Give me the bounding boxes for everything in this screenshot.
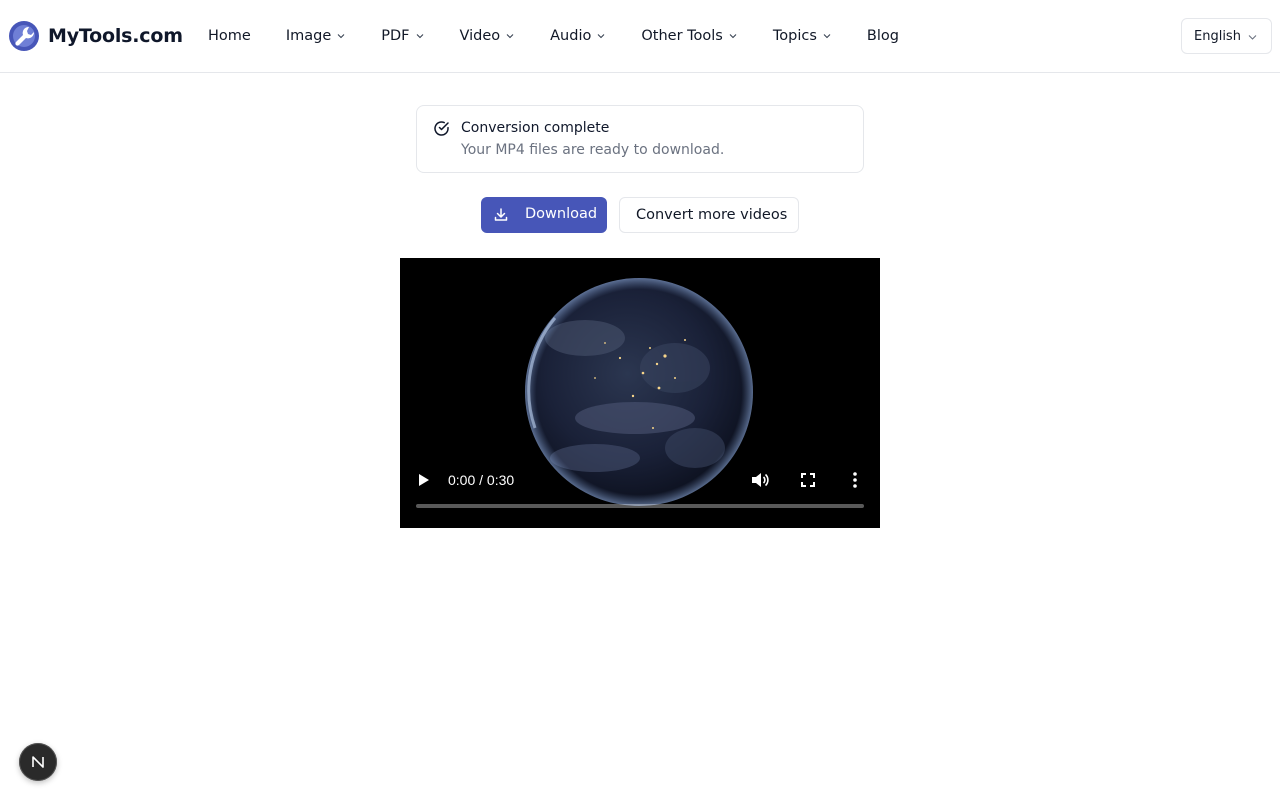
- convert-more-label: Convert more videos: [636, 207, 788, 223]
- site-header: MyTools.com Home Image PDF Video Audio O…: [0, 0, 1280, 73]
- language-select[interactable]: English: [1181, 18, 1272, 54]
- chevron-down-icon: [1248, 35, 1257, 40]
- nav-video-label: Video: [459, 28, 501, 44]
- language-label: English: [1194, 28, 1241, 44]
- n-logo-icon: [32, 756, 44, 768]
- chevron-down-icon: [506, 34, 514, 39]
- video-controls: 0:00 / 0:30: [400, 258, 880, 528]
- n-logo-button[interactable]: [19, 743, 57, 781]
- nav-home-label: Home: [208, 28, 251, 44]
- fullscreen-icon[interactable]: [800, 472, 816, 488]
- nav-image[interactable]: Image: [286, 24, 345, 48]
- video-progress-bar[interactable]: [416, 504, 864, 508]
- nav-topics-label: Topics: [772, 28, 817, 44]
- play-icon[interactable]: [416, 470, 432, 490]
- chevron-down-icon: [729, 34, 737, 39]
- nav-topics[interactable]: Topics: [773, 24, 831, 48]
- nav-blog[interactable]: Blog: [867, 24, 899, 48]
- download-icon: [494, 208, 508, 221]
- nav-pdf[interactable]: PDF: [381, 24, 423, 48]
- check-circle-icon: [434, 121, 449, 136]
- nav-audio-label: Audio: [550, 28, 592, 44]
- video-player[interactable]: 0:00 / 0:30: [400, 258, 880, 528]
- conversion-alert: Conversion complete Your MP4 files are r…: [416, 105, 864, 173]
- download-button-label: Download: [525, 206, 598, 222]
- nav-image-label: Image: [285, 28, 332, 44]
- brand-name: MyTools.com: [48, 25, 183, 47]
- volume-icon[interactable]: [750, 470, 770, 490]
- chevron-down-icon: [337, 34, 345, 39]
- nav-blog-label: Blog: [866, 28, 899, 44]
- chevron-down-icon: [416, 34, 423, 39]
- nav-pdf-label: PDF: [381, 28, 410, 44]
- brand-link[interactable]: MyTools.com: [8, 19, 183, 53]
- nav-other-tools-label: Other Tools: [641, 28, 723, 44]
- chevron-down-icon: [597, 34, 605, 39]
- nav-video[interactable]: Video: [460, 24, 515, 48]
- nav-other-tools[interactable]: Other Tools: [641, 24, 737, 48]
- chevron-down-icon: [823, 34, 831, 39]
- download-button[interactable]: Download: [481, 197, 607, 233]
- alert-title: Conversion complete: [461, 120, 610, 136]
- nav-audio[interactable]: Audio: [550, 24, 605, 48]
- more-vertical-icon[interactable]: [850, 470, 860, 490]
- convert-more-button[interactable]: Convert more videos: [619, 197, 799, 233]
- main-nav: Home Image PDF Video Audio Other Tools T…: [208, 24, 899, 48]
- wrench-logo-icon: [9, 21, 39, 51]
- nav-home[interactable]: Home: [208, 24, 251, 48]
- video-time: 0:00 / 0:30: [448, 472, 515, 488]
- alert-description: Your MP4 files are ready to download.: [461, 142, 725, 158]
